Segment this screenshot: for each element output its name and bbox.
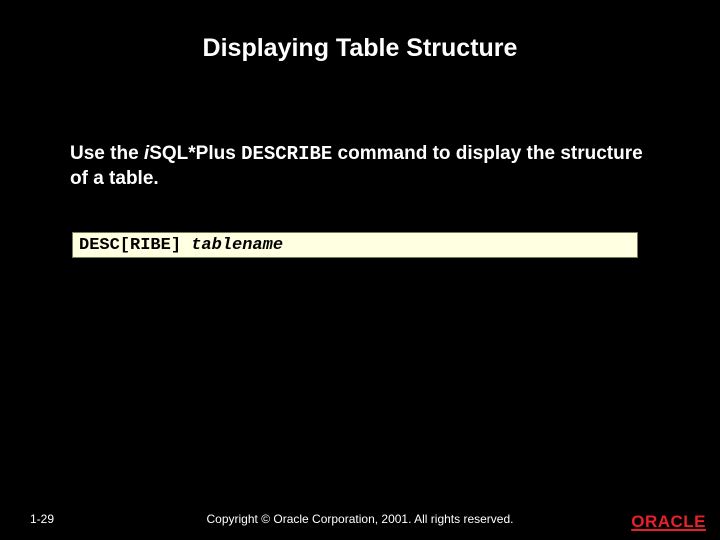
copyright-text: Copyright © Oracle Corporation, 2001. Al…	[0, 512, 720, 526]
syntax-box: DESC[RIBE] tablename	[72, 232, 638, 258]
slide-title: Displaying Table Structure	[0, 34, 720, 63]
body-text: Use the iSQL*Plus DESCRIBE command to di…	[70, 142, 660, 191]
body-pre: Use the	[70, 143, 144, 164]
code-argument: tablename	[191, 236, 283, 255]
oracle-logo: ORACLE	[631, 512, 706, 532]
slide: Displaying Table Structure Use the iSQL*…	[0, 0, 720, 540]
describe-command: DESCRIBE	[241, 143, 332, 165]
code-keyword: DESC[RIBE]	[79, 236, 191, 255]
isqlplus-rest: SQL*Plus	[149, 143, 241, 164]
footer: 1-29 Copyright © Oracle Corporation, 200…	[0, 498, 720, 540]
oracle-logo-text: ORACLE	[631, 512, 706, 532]
